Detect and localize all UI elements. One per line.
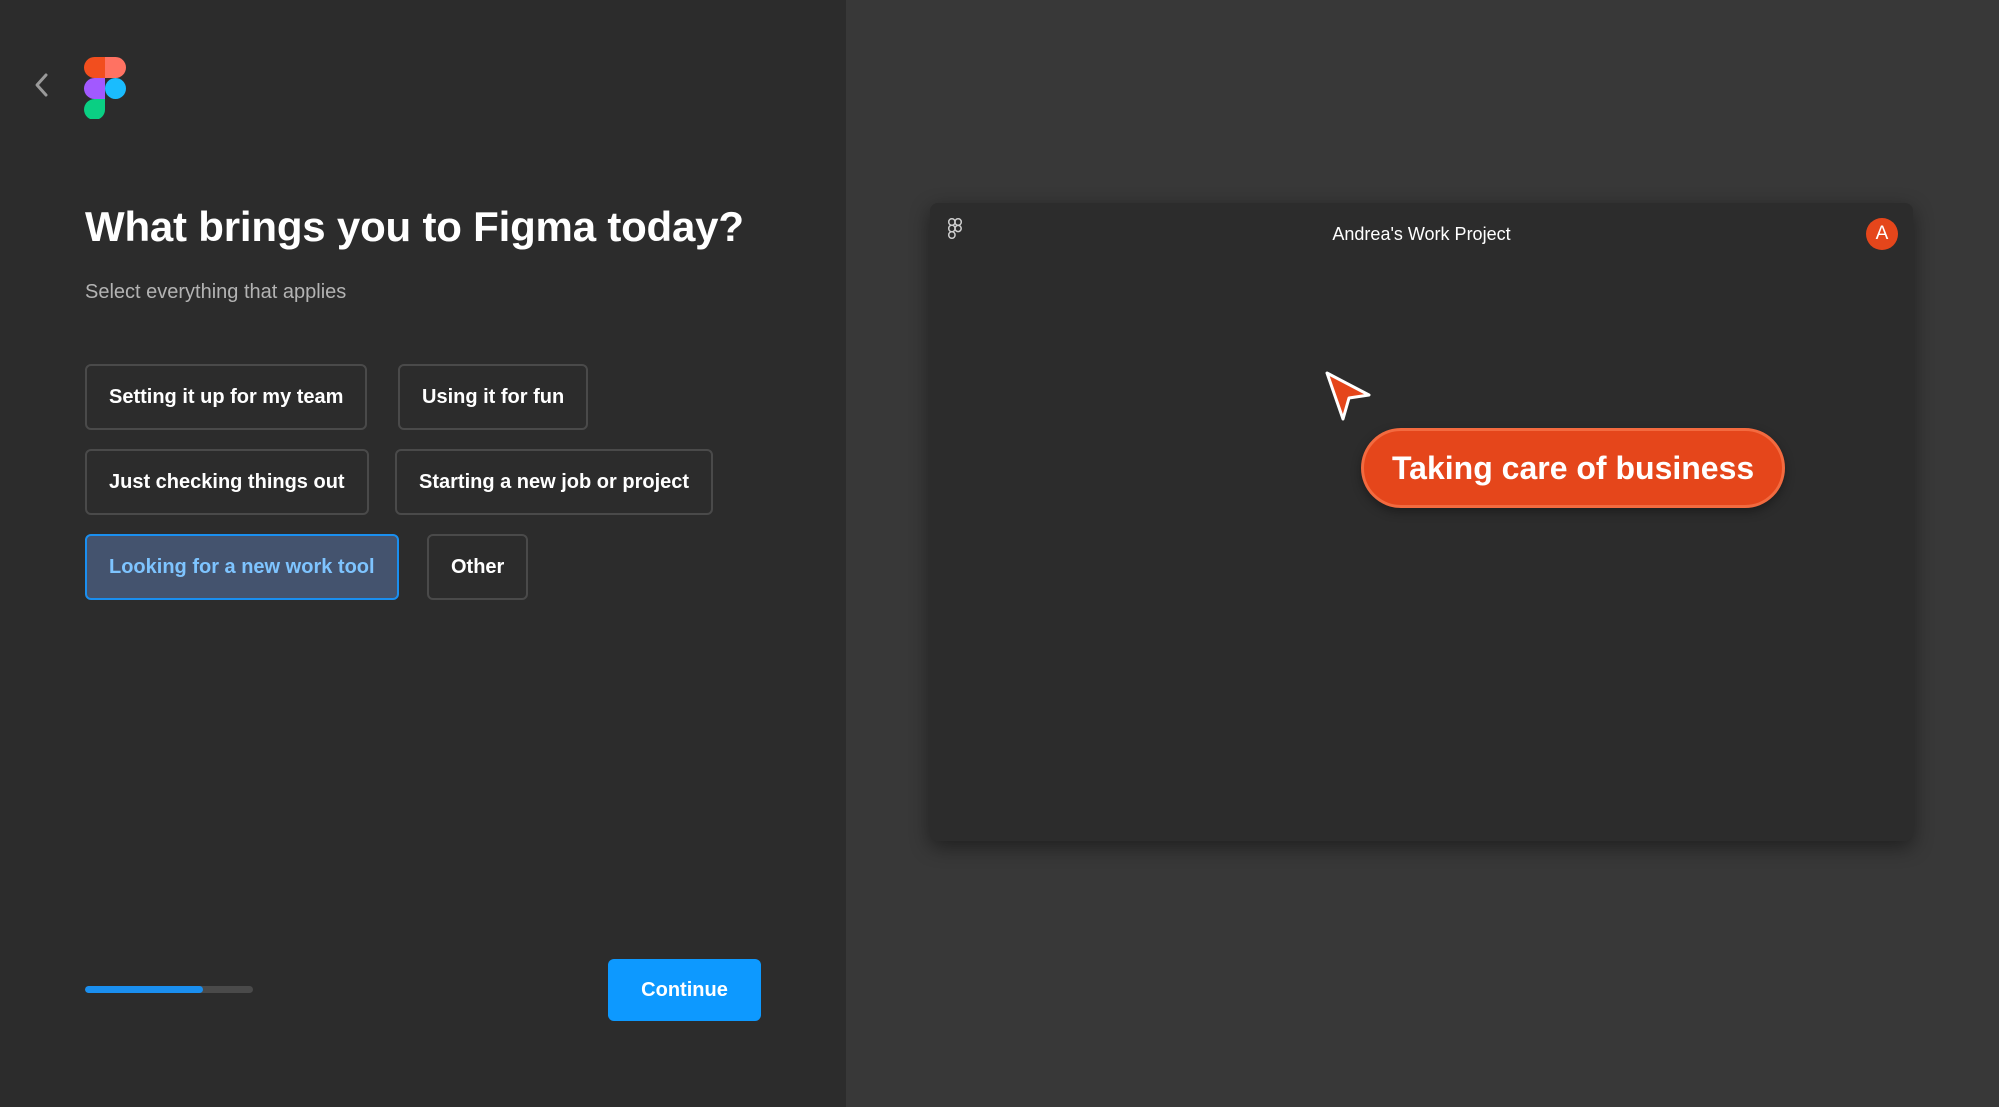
avatar: A xyxy=(1866,218,1898,250)
option-just-checking-out[interactable]: Just checking things out xyxy=(85,449,369,515)
preview-panel: Andrea's Work Project A Taking care of b… xyxy=(846,0,1999,1107)
option-other[interactable]: Other xyxy=(427,534,529,600)
option-using-for-fun[interactable]: Using it for fun xyxy=(398,364,589,430)
progress-bar xyxy=(85,986,253,993)
option-starting-new-job[interactable]: Starting a new job or project xyxy=(395,449,714,515)
progress-bar-fill xyxy=(85,986,203,993)
cursor-label-bubble: Taking care of business xyxy=(1361,428,1786,508)
cursor-pointer-icon xyxy=(1325,371,1371,421)
page-title: What brings you to Figma today? xyxy=(85,203,744,250)
chevron-left-icon xyxy=(35,73,48,97)
project-title: Andrea's Work Project xyxy=(1332,224,1511,244)
back-button[interactable] xyxy=(26,70,56,100)
file-preview-window: Andrea's Work Project A Taking care of b… xyxy=(930,203,1913,841)
figma-logo-icon xyxy=(84,57,126,119)
option-new-work-tool[interactable]: Looking for a new work tool xyxy=(85,534,399,600)
continue-button[interactable]: Continue xyxy=(608,959,761,1021)
onboarding-panel: What brings you to Figma today? Select e… xyxy=(0,0,846,1107)
option-setting-up-for-team[interactable]: Setting it up for my team xyxy=(85,364,368,430)
page-subtitle: Select everything that applies xyxy=(85,281,347,303)
app-root: What brings you to Figma today? Select e… xyxy=(0,0,1999,1107)
